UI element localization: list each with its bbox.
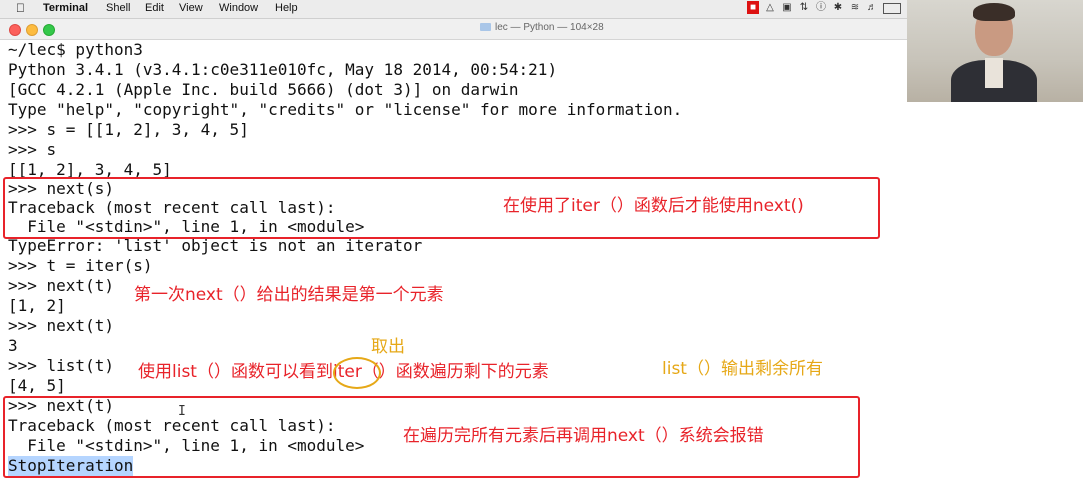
window-title-text: lec — Python — 104×28: [495, 22, 604, 33]
status-tray: ■ △ ▣ ⇅ ⓘ ✱ ≋ ♬: [747, 1, 901, 14]
annotation-circle: [333, 357, 381, 389]
dropbox-icon[interactable]: △: [764, 1, 776, 14]
menu-view[interactable]: View: [179, 2, 203, 14]
menu-window[interactable]: Window: [219, 2, 258, 14]
annotation-iter-required: 在使用了iter（）函数后才能使用next(): [503, 196, 804, 216]
terminal-line: [GCC 4.2.1 (Apple Inc. build 5666) (dot …: [8, 80, 519, 99]
terminal-line: >>> next(t): [8, 276, 114, 295]
screen-icon[interactable]: ▣: [781, 1, 793, 14]
bluetooth-icon[interactable]: ✱: [832, 1, 844, 14]
presenter-hair: [973, 3, 1015, 21]
text-cursor-icon: I: [178, 404, 186, 419]
terminal-line: >>> s: [8, 140, 57, 159]
battery-icon[interactable]: [883, 3, 901, 14]
terminal-line: ~/lec$ python3: [8, 40, 143, 59]
terminal-line: Python 3.4.1 (v3.4.1:c0e311e010fc, May 1…: [8, 60, 558, 79]
terminal-line: [1, 2]: [8, 296, 66, 315]
window-title: lec — Python — 104×28: [480, 22, 604, 33]
zoom-button[interactable]: [43, 24, 55, 36]
close-button[interactable]: [9, 24, 21, 36]
terminal-line: >>> t = iter(s): [8, 256, 153, 275]
sync-icon[interactable]: ⇅: [798, 1, 810, 14]
apple-icon[interactable]: : [16, 1, 25, 15]
annotation-list-output: list（）输出剩余所有: [662, 359, 823, 379]
annotation-take-out: 取出: [371, 337, 405, 357]
annotation-first-element: 第一次next（）给出的结果是第一个元素: [134, 285, 444, 305]
webcam-overlay: [907, 0, 1083, 102]
record-icon[interactable]: ■: [747, 1, 759, 14]
terminal-line: >>> list(t): [8, 356, 114, 375]
terminal-line: >>> next(t): [8, 316, 114, 335]
minimize-button[interactable]: [26, 24, 38, 36]
menu-bar:  Terminal Shell Edit View Window Help ■…: [0, 0, 907, 19]
menu-edit[interactable]: Edit: [145, 2, 164, 14]
info-icon[interactable]: ⓘ: [815, 1, 827, 14]
window-titlebar[interactable]: lec — Python — 104×28: [0, 19, 907, 40]
folder-icon: [480, 23, 491, 31]
presenter-shirt: [985, 58, 1003, 88]
terminal-line: >>> s = [[1, 2], 3, 4, 5]: [8, 120, 249, 139]
terminal-line: Type "help", "copyright", "credits" or "…: [8, 100, 683, 119]
terminal-line: TypeError: 'list' object is not an itera…: [8, 236, 423, 255]
menu-app-name[interactable]: Terminal: [43, 2, 88, 14]
menu-help[interactable]: Help: [275, 2, 298, 14]
terminal-line: 3: [8, 336, 18, 355]
terminal-line: [4, 5]: [8, 376, 66, 395]
menu-shell[interactable]: Shell: [106, 2, 130, 14]
volume-icon[interactable]: ♬: [866, 1, 878, 14]
wifi-icon[interactable]: ≋: [849, 1, 861, 14]
annotation-error-after-all: 在遍历完所有元素后再调用next（）系统会报错: [403, 426, 764, 446]
